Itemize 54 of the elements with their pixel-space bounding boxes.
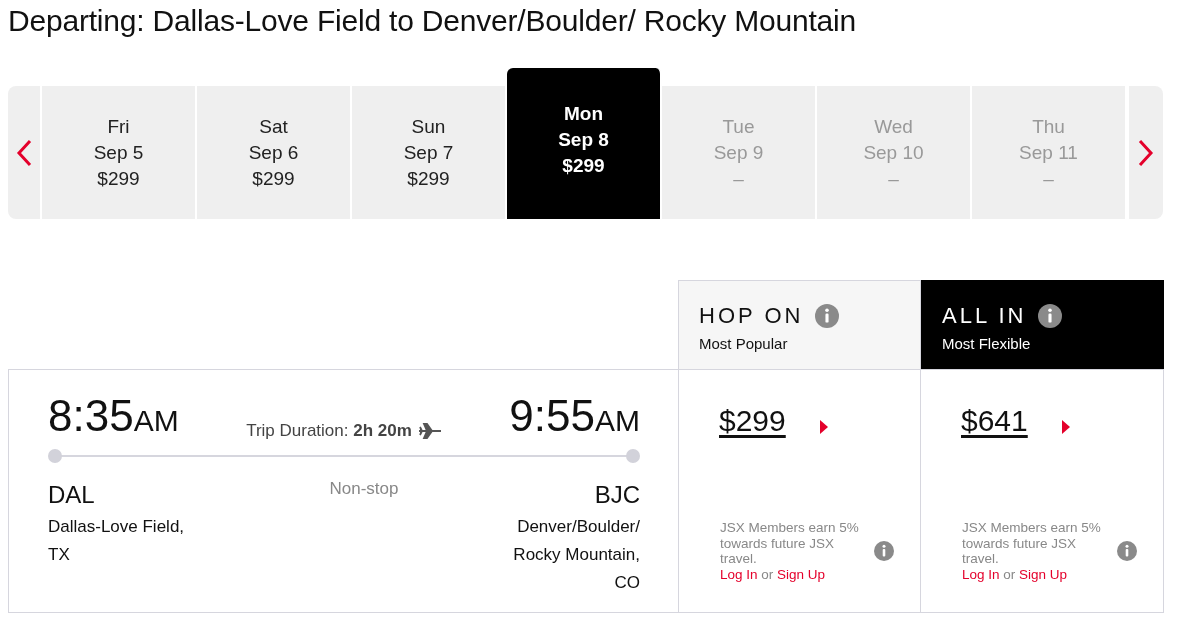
stops-label: Non-stop: [329, 479, 399, 500]
day-label: Wed: [874, 115, 913, 138]
date-tab[interactable]: Mon Sep 8 $299: [507, 68, 662, 219]
date-label: Sep 5: [93, 141, 144, 164]
fare-price[interactable]: $641: [961, 404, 1028, 438]
date-label: Sep 7: [403, 141, 454, 164]
caret-icon[interactable]: [1061, 419, 1070, 434]
airport-name: Dallas-Love Field, TX: [48, 516, 186, 566]
airport-code: DAL: [48, 481, 96, 509]
date-tab[interactable]: Wed Sep 10 –: [817, 86, 972, 219]
date-tab[interactable]: Sat Sep 6 $299: [197, 86, 352, 219]
date-tab[interactable]: Thu Sep 11 –: [972, 86, 1127, 219]
airport-name: Denver/Boulder/ Rocky Mountain, CO: [512, 516, 640, 594]
signup-link[interactable]: Sign Up: [777, 566, 826, 582]
price-label: –: [888, 167, 899, 190]
day-label: Mon: [563, 103, 603, 125]
login-link[interactable]: Log In: [720, 566, 758, 582]
chevron-right-icon: [1138, 138, 1154, 167]
day-label: Sat: [259, 115, 288, 138]
chevron-left-icon: [16, 138, 32, 167]
day-label: Fri: [107, 115, 130, 138]
date-tab[interactable]: Tue Sep 9 –: [662, 86, 817, 219]
price-label: $299: [252, 167, 295, 190]
signup-link[interactable]: Sign Up: [1019, 566, 1068, 582]
day-label: Tue: [722, 115, 755, 138]
fare-price[interactable]: $299: [719, 404, 786, 438]
price-label: –: [1043, 167, 1054, 190]
info-icon[interactable]: [1038, 304, 1063, 328]
price-label: $299: [562, 155, 605, 177]
caret-icon[interactable]: [819, 419, 828, 434]
fare-name: HOP ON: [699, 303, 804, 329]
trip-duration: Trip Duration: 2h 20m: [246, 421, 412, 441]
date-label: Sep 11: [1019, 141, 1078, 164]
date-label: Sep 6: [248, 141, 299, 164]
member-note: JSX Members earn 5% towards future JSX travel. Log In or Sign Up: [962, 520, 1102, 582]
day-label: Sun: [411, 115, 446, 138]
date-label: Sep 8: [558, 129, 609, 151]
login-link[interactable]: Log In: [962, 566, 1000, 582]
fare-subtitle: Most Flexible: [942, 335, 1032, 352]
day-label: Thu: [1032, 115, 1065, 138]
page-heading: Departing: Dallas-Love Field to Denver/Boulder/ Rocky Mountain: [8, 3, 858, 39]
price-label: $299: [407, 167, 450, 190]
date-label: Sep 9: [713, 141, 764, 164]
airplane-icon: [417, 423, 442, 439]
member-note: JSX Members earn 5% towards future JSX travel. Log In or Sign Up: [720, 520, 860, 582]
arrival-time: 9:55AM: [509, 392, 640, 442]
fare-subtitle: Most Popular: [699, 335, 789, 352]
fare-name: ALL IN: [942, 303, 1027, 329]
date-tab[interactable]: Fri Sep 5 $299: [42, 86, 197, 219]
date-label: Sep 10: [863, 141, 924, 164]
airport-code: BJC: [594, 481, 640, 509]
price-label: –: [733, 167, 744, 190]
price-label: $299: [97, 167, 140, 190]
departure-time: 8:35AM: [48, 392, 179, 442]
